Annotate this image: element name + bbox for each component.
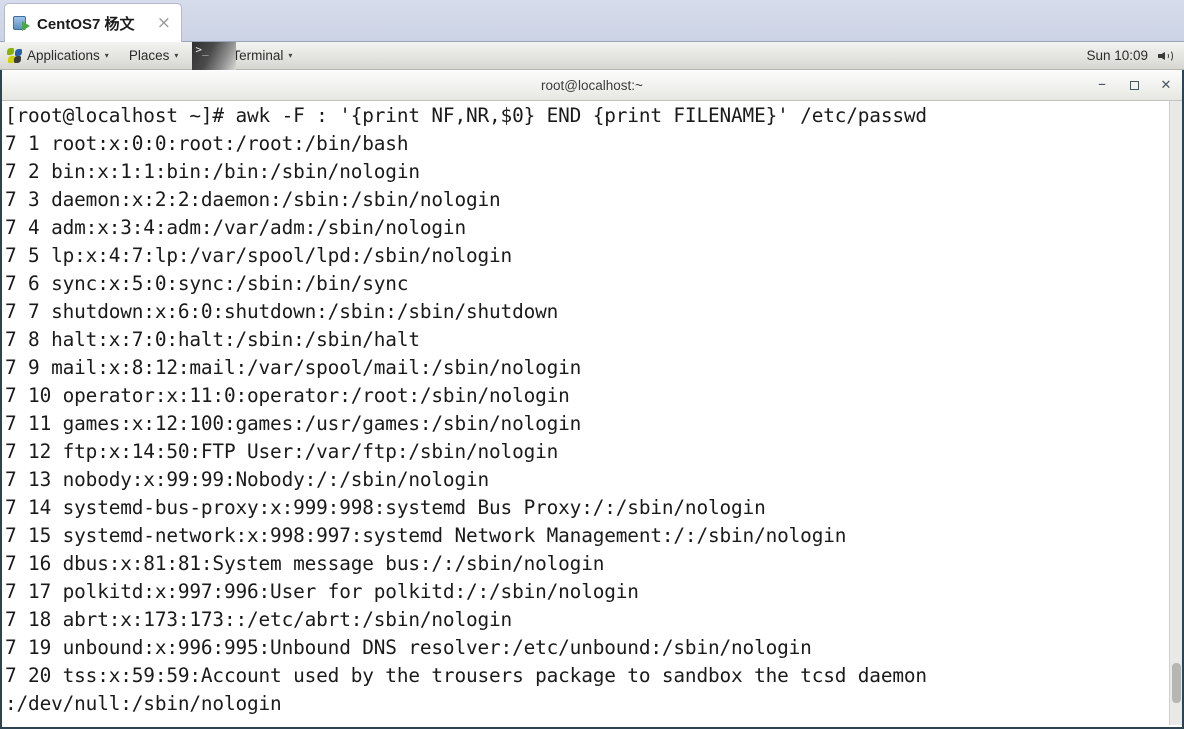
terminal-output-line: :/dev/null:/sbin/nologin	[5, 692, 282, 715]
terminal-output-line: 7 7 shutdown:x:6:0:shutdown:/sbin:/sbin/…	[5, 300, 559, 323]
menu-places[interactable]: Places ▾	[119, 42, 189, 70]
terminal-scrollbar[interactable]	[1169, 101, 1182, 725]
terminal-output-line: 7 11 games:x:12:100:games:/usr/games:/sb…	[5, 412, 582, 435]
terminal-output-line: 7 13 nobody:x:99:99:Nobody:/:/sbin/nolog…	[5, 468, 490, 491]
chevron-down-icon: ▾	[288, 50, 293, 60]
gnome-foot-icon	[7, 48, 22, 63]
gnome-top-panel: Applications ▾ Places ▾ Terminal ▾ Sun 1…	[0, 41, 1184, 70]
terminal-output-line: 7 9 mail:x:8:12:mail:/var/spool/mail:/sb…	[5, 356, 582, 379]
terminal-output-line: 7 2 bin:x:1:1:bin:/bin:/sbin/nologin	[5, 160, 420, 183]
terminal-output-line: 7 14 systemd-bus-proxy:x:999:998:systemd…	[5, 496, 766, 519]
terminal-titlebar[interactable]: root@localhost:~ – ✕	[2, 70, 1182, 101]
terminal-output-line: 7 8 halt:x:7:0:halt:/sbin:/sbin/halt	[5, 328, 420, 351]
terminal-output-line: 7 17 polkitd:x:997:996:User for polkitd:…	[5, 580, 639, 603]
terminal-output-line: 7 16 dbus:x:81:81:System message bus:/:/…	[5, 552, 605, 575]
terminal-output-line: 7 20 tss:x:59:59:Account used by the tro…	[5, 664, 927, 687]
terminal-output-line: 7 3 daemon:x:2:2:daemon:/sbin:/sbin/nolo…	[5, 188, 501, 211]
terminal-body[interactable]: [root@localhost ~]# awk -F : '{print NF,…	[2, 101, 1182, 725]
clock[interactable]: Sun 10:09	[1086, 48, 1148, 63]
terminal-output-line: 7 5 lp:x:4:7:lp:/var/spool/lpd:/sbin/nol…	[5, 244, 513, 267]
terminal-output-line: 7 4 adm:x:3:4:adm:/var/adm:/sbin/nologin	[5, 216, 466, 239]
terminal-output-line: 7 18 abrt:x:173:173::/etc/abrt:/sbin/nol…	[5, 608, 513, 631]
terminal-label: Terminal	[232, 48, 284, 63]
speaker-icon[interactable]	[1158, 49, 1174, 63]
vm-tab-label: CentOS7 杨文	[37, 15, 135, 33]
maximize-button[interactable]	[1126, 78, 1142, 94]
terminal-output[interactable]: [root@localhost ~]# awk -F : '{print NF,…	[2, 101, 1169, 725]
terminal-output-line: 7 1 root:x:0:0:root:/root:/bin/bash	[5, 132, 409, 155]
terminal-output-line: 7 15 systemd-network:x:998:997:systemd N…	[5, 524, 847, 547]
chevron-down-icon: ▾	[104, 50, 109, 60]
minimize-button[interactable]: –	[1094, 75, 1110, 94]
scrollbar-thumb[interactable]	[1172, 663, 1181, 703]
terminal-output-line: 7 10 operator:x:11:0:operator:/root:/sbi…	[5, 384, 570, 407]
terminal-prompt-line: [root@localhost ~]# awk -F : '{print NF,…	[5, 104, 927, 127]
square-icon	[1129, 81, 1139, 90]
applications-label: Applications	[27, 48, 100, 63]
virtual-machine-icon	[13, 15, 30, 32]
window-list-terminal[interactable]: Terminal ▾	[192, 41, 302, 70]
window-title: root@localhost:~	[541, 77, 643, 93]
chevron-down-icon: ▾	[174, 50, 179, 60]
terminal-output-line: 7 12 ftp:x:14:50:FTP User:/var/ftp:/sbin…	[5, 440, 559, 463]
terminal-output-line: 7 6 sync:x:5:0:sync:/sbin:/bin/sync	[5, 272, 409, 295]
vm-tab-centos7[interactable]: CentOS7 杨文 ×	[4, 3, 182, 42]
window-controls: – ✕	[1094, 70, 1174, 101]
panel-status-area: Sun 10:09	[1086, 48, 1184, 63]
places-label: Places	[128, 48, 170, 63]
vm-tab-strip: CentOS7 杨文 ×	[0, 0, 1184, 42]
terminal-output-line: 7 19 unbound:x:996:995:Unbound DNS resol…	[5, 636, 812, 659]
terminal-window: root@localhost:~ – ✕ [root@localhost ~]#…	[0, 70, 1184, 729]
close-icon[interactable]: ×	[155, 14, 173, 32]
close-button[interactable]: ✕	[1158, 78, 1174, 94]
menu-applications[interactable]: Applications ▾	[0, 42, 119, 70]
